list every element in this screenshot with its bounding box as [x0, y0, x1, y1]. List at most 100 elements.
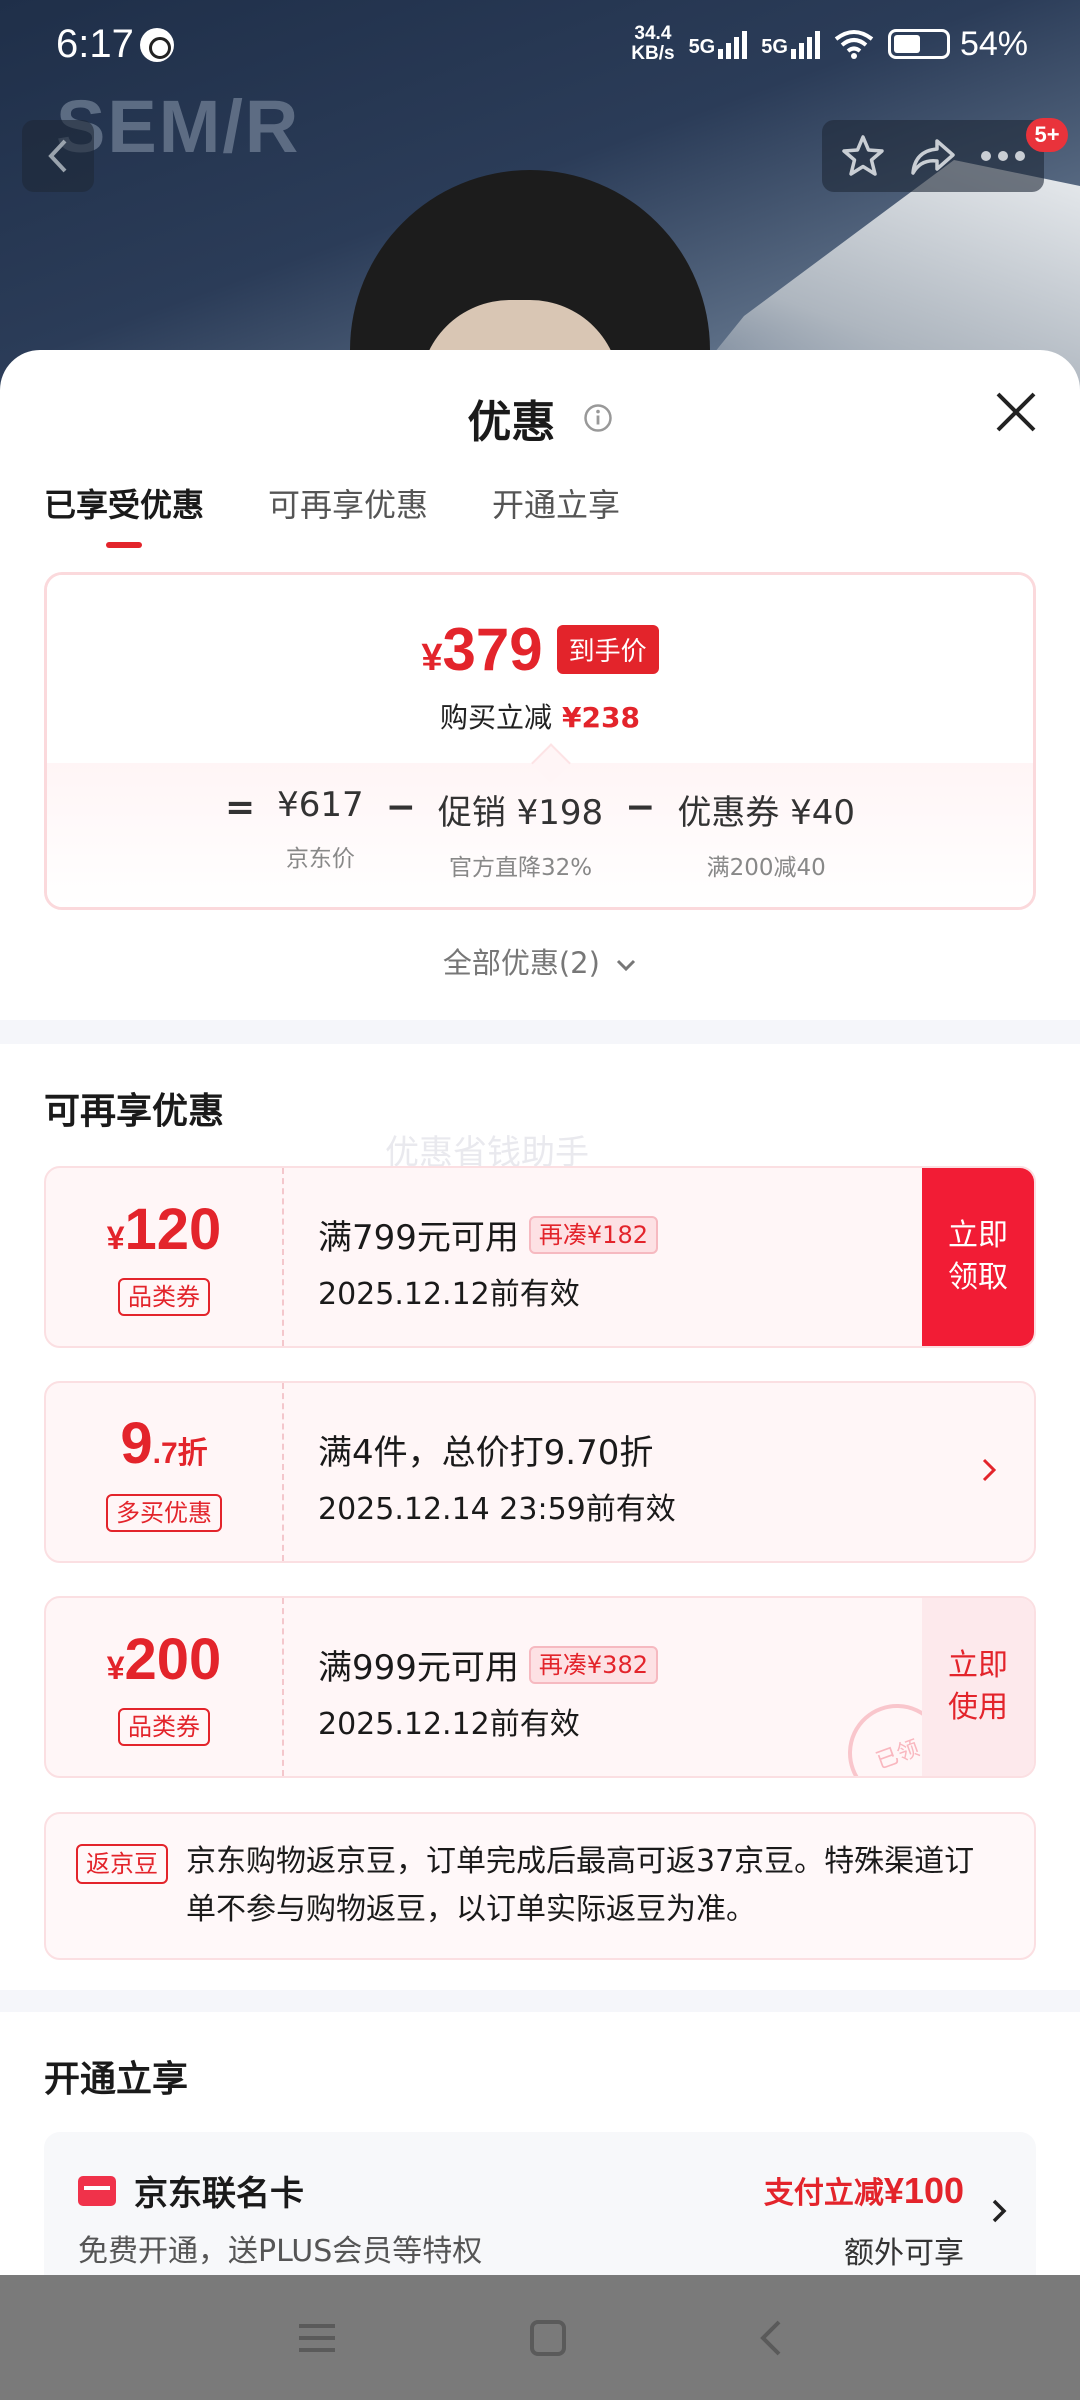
claim-label-1: 立即 — [948, 1218, 1008, 1253]
coupon-type-tag: 品类券 — [118, 1278, 210, 1316]
promo-item: 促销 ¥198 官方直降32% — [438, 785, 603, 882]
section-divider — [0, 1020, 1080, 1044]
card-promo: 支付立减¥100 — [764, 2168, 964, 2212]
promo-label: 官方直降32% — [448, 855, 593, 881]
wifi-icon — [834, 30, 874, 59]
price-formula: = ¥617 京东价 − 促销 ¥198 官方直降32% − 优惠券 ¥40 满… — [47, 743, 1033, 907]
discount-sheet: 优惠 已享受优惠 可再享优惠 开通立享 ¥379 到手价 购买立减 ¥238 = — [0, 350, 1080, 2275]
discount-amount: 9.7折 — [120, 1411, 208, 1476]
chevron-right-icon — [992, 2199, 1007, 2223]
sheet-title-text: 优惠 — [467, 397, 556, 448]
equals-sign: = — [224, 787, 256, 828]
coupon-value: 优惠券 ¥40 — [677, 793, 856, 833]
message-badge: 5+ — [1026, 118, 1068, 152]
coupon-info: 满4件，总价打9.70折 2025.12.14 23:59前有效 — [318, 1425, 676, 1528]
system-nav-bar — [0, 2275, 1080, 2400]
use-label-2: 使用 — [948, 1690, 1008, 1725]
coupon-validity: 2025.12.12前有效 — [318, 1707, 580, 1742]
net-speed-value: 34.4 — [634, 23, 672, 44]
jd-price-label: 京东价 — [285, 846, 355, 872]
status-time: 6:17 — [56, 22, 134, 66]
bean-description: 京东购物返京豆，订单完成后最高可返37京豆。特殊渠道订单不参与购物返豆，以订单实… — [186, 1844, 975, 1927]
top-action-group — [822, 120, 1044, 192]
sim1-label: 5G — [688, 36, 716, 58]
back-arrow-icon — [48, 139, 67, 173]
multi-buy-card[interactable]: 9.7折 多买优惠 满4件，总价打9.70折 2025.12.14 23:59前… — [44, 1381, 1036, 1563]
signal-sim1-icon: 5G — [689, 29, 748, 59]
coupon-item: 优惠券 ¥40 满200减40 — [677, 785, 855, 882]
reduction-label: 购买立减 — [440, 701, 553, 734]
status-bar: 6:17 34.4 KB/s 5G 5G 54% — [0, 0, 1080, 96]
bean-tag: 返京豆 — [76, 1844, 168, 1884]
jd-price-value: ¥617 — [277, 785, 364, 825]
close-icon[interactable] — [992, 388, 1040, 436]
coupon-type-tag: 多买优惠 — [106, 1494, 222, 1532]
all-offers-toggle[interactable]: 全部优惠(2) — [0, 940, 1080, 982]
section-divider — [0, 1990, 1080, 2012]
coupon-amount: ¥200 — [106, 1627, 222, 1692]
claim-coupon-button[interactable]: 立即 领取 — [922, 1168, 1034, 1346]
more-icon[interactable] — [980, 150, 1026, 162]
card-promo-label: 支付立减 — [763, 2176, 884, 2211]
use-label-1: 立即 — [948, 1648, 1008, 1683]
coupon-info: 满799元可用 再凑¥182 2025.12.12前有效 — [318, 1210, 658, 1313]
coupon-value-block: ¥120 品类券 — [46, 1168, 284, 1346]
section-title-open: 开通立享 — [44, 2059, 189, 2100]
promo-value: 促销 ¥198 — [437, 793, 604, 833]
favorite-star-icon[interactable] — [840, 133, 886, 179]
coupon-gap-tag: 再凑¥182 — [528, 1215, 658, 1254]
claim-label-2: 领取 — [948, 1260, 1008, 1295]
coupon-card: ¥120 品类券 满799元可用 再凑¥182 2025.12.12前有效 立即领… — [44, 1166, 1036, 1348]
all-offers-label: 全部优惠(2) — [442, 946, 600, 980]
back-icon[interactable] — [757, 2318, 785, 2358]
tab-more-available[interactable]: 可再享优惠 — [268, 480, 428, 548]
battery-icon — [887, 29, 950, 59]
section-title-more: 可再享优惠 — [44, 1091, 225, 1132]
info-icon[interactable] — [583, 403, 613, 433]
coupon-value-block: 9.7折 多买优惠 — [46, 1383, 284, 1561]
coupon-card: ¥200 品类券 满999元可用 再凑¥382 2025.12.12前有效 已领 … — [44, 1596, 1036, 1778]
card-description: 免费开通，送PLUS会员等特权 — [78, 2234, 483, 2269]
coupon-label: 满200减40 — [706, 855, 826, 881]
card-name: 京东联名卡 — [134, 2174, 304, 2214]
use-coupon-button[interactable]: 立即 使用 — [922, 1598, 1034, 1776]
reduction-value: ¥238 — [562, 701, 640, 734]
co-branded-card-offer[interactable]: 京东联名卡 免费开通，送PLUS会员等特权 支付立减¥100 额外可享 — [44, 2132, 1036, 2275]
net-speed-unit: KB/s — [631, 43, 675, 64]
tab-enjoyed[interactable]: 已享受优惠 — [44, 480, 204, 548]
share-icon[interactable] — [909, 135, 957, 177]
battery-indicator: 54% — [887, 24, 1028, 64]
coupon-condition: 满4件，总价打9.70折 — [318, 1433, 654, 1473]
home-icon[interactable] — [528, 2318, 568, 2358]
coupon-amount: ¥120 — [106, 1197, 222, 1262]
net-speed: 34.4 KB/s — [631, 24, 674, 64]
final-price: ¥379 — [421, 616, 543, 683]
card-promo-value: ¥100 — [883, 2170, 964, 2211]
coupon-value-block: ¥200 品类券 — [46, 1598, 284, 1776]
chevron-right-icon — [982, 1458, 997, 1482]
jd-price-item: ¥617 京东价 — [277, 785, 364, 873]
coupon-condition: 满999元可用 — [318, 1648, 519, 1688]
status-indicators: 34.4 KB/s 5G 5G 54% — [631, 24, 1028, 64]
battery-percent: 54% — [959, 24, 1028, 63]
signal-sim2-icon: 5G — [761, 29, 820, 59]
coupon-validity: 2025.12.12前有效 — [318, 1277, 580, 1312]
coupon-info: 满999元可用 再凑¥382 2025.12.12前有效 — [318, 1640, 658, 1743]
clock-icon — [140, 28, 174, 62]
minus-sign: − — [385, 787, 416, 828]
coupon-validity: 2025.12.14 23:59前有效 — [318, 1492, 676, 1527]
jd-bean-rebate: 返京豆 京东购物返京豆，订单完成后最高可返37京豆。特殊渠道订单不参与购物返豆，… — [44, 1812, 1036, 1960]
menu-icon[interactable] — [295, 2320, 339, 2356]
credit-card-icon — [78, 2176, 116, 2206]
final-price-tag: 到手价 — [556, 625, 659, 674]
coupon-type-tag: 品类券 — [118, 1708, 210, 1746]
tab-open-enjoy[interactable]: 开通立享 — [492, 480, 620, 548]
chevron-down-icon — [617, 959, 636, 972]
back-button[interactable] — [22, 120, 94, 192]
card-extra: 额外可享 — [844, 2236, 964, 2271]
minus-sign: − — [625, 787, 656, 828]
coupon-condition: 满799元可用 — [318, 1218, 519, 1258]
price-summary-card: ¥379 到手价 购买立减 ¥238 = ¥617 京东价 − 促销 ¥198 官… — [44, 572, 1036, 910]
purchase-reduction: 购买立减 ¥238 — [47, 696, 1033, 736]
coupon-gap-tag: 再凑¥382 — [528, 1645, 658, 1684]
